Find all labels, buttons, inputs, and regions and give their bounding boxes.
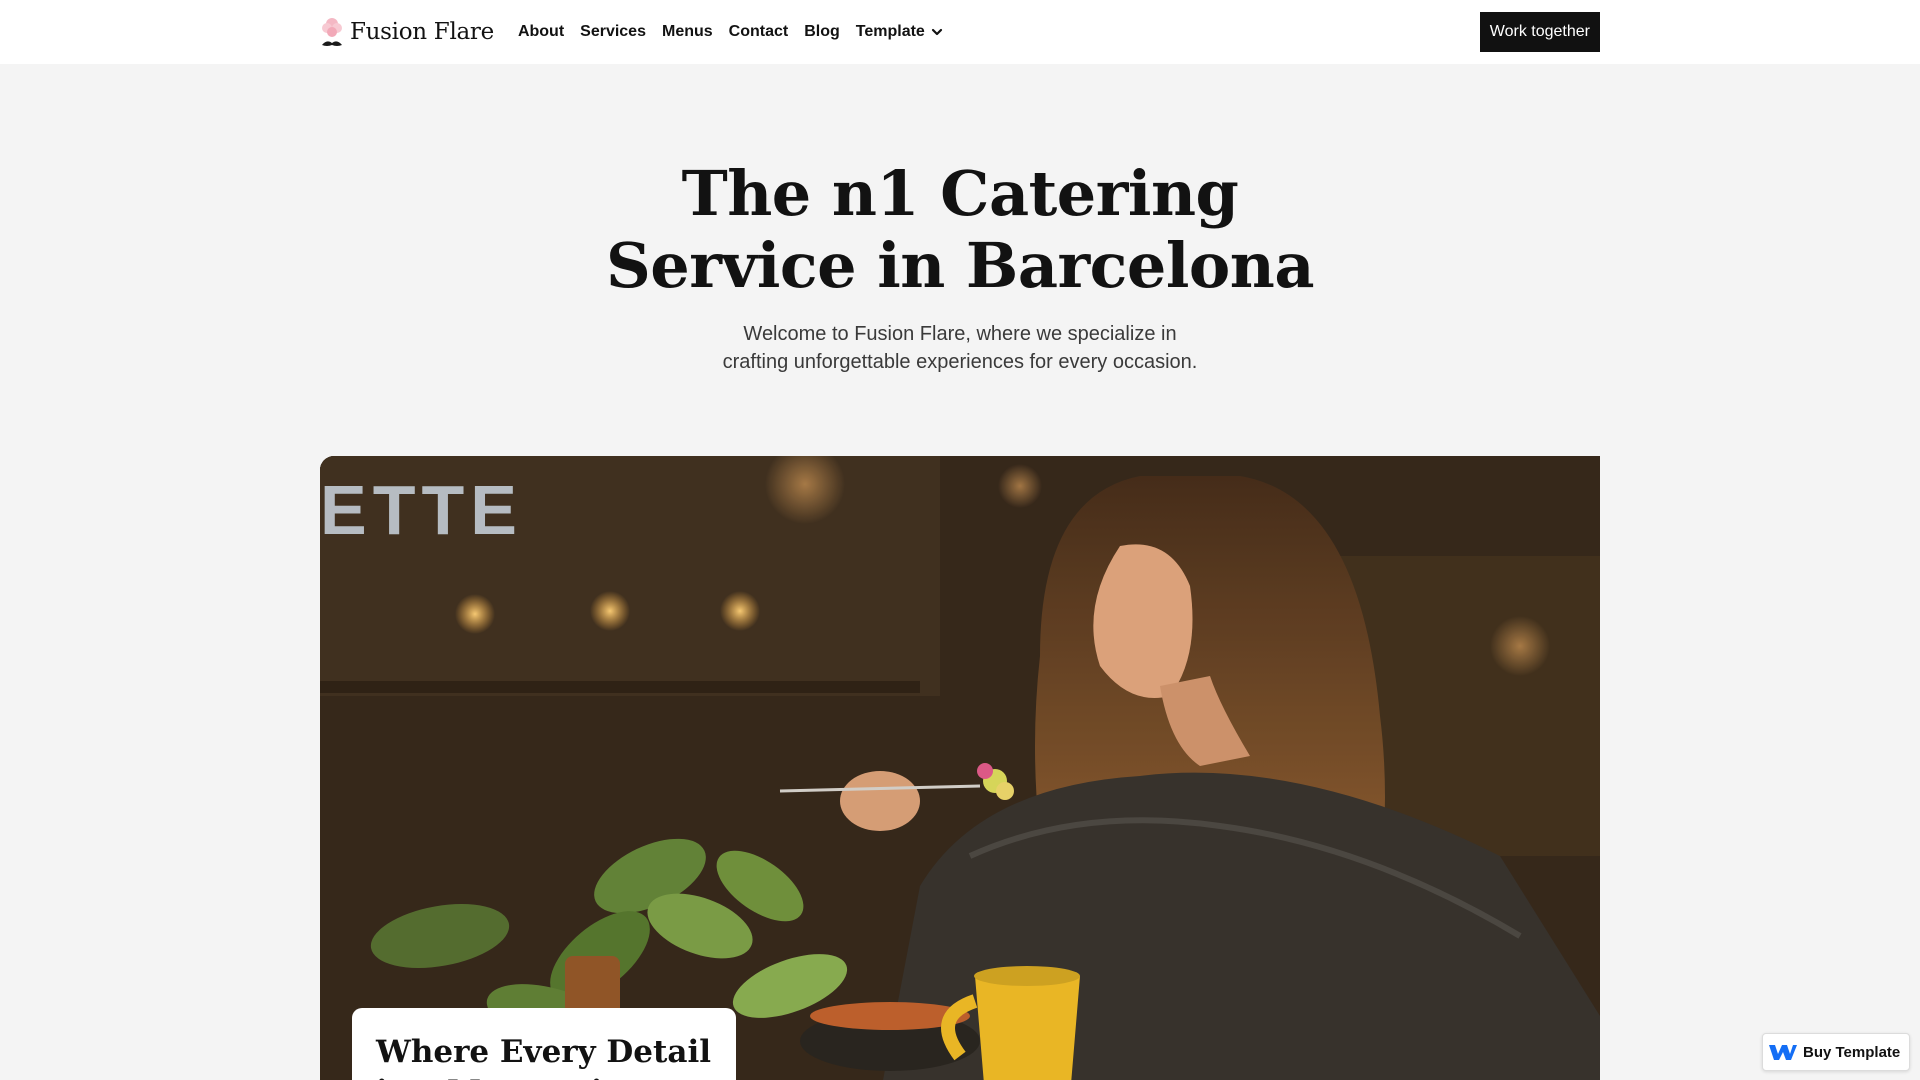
navbar: Fusion Flare About Services Menus Contac… <box>0 0 1920 64</box>
chevron-down-icon <box>931 28 942 36</box>
nav-link-menus[interactable]: Menus <box>662 23 713 41</box>
hero-subtitle: Welcome to Fusion Flare, where we specia… <box>660 320 1260 376</box>
hero-subtitle-line-2: crafting unforgettable experiences for e… <box>722 351 1198 373</box>
brand-link[interactable]: Fusion Flare <box>320 15 494 49</box>
page-title: The n1 Catering Service in Barcelona <box>560 158 1360 302</box>
flower-icon <box>322 18 342 46</box>
feature-card-title: Where Every Detail is a Masterpiece <box>376 1034 711 1080</box>
nav-link-blog[interactable]: Blog <box>804 23 840 41</box>
hero-image: ETTE <box>320 456 1600 1080</box>
feature-card: Where Every Detail is a Masterpiece <box>352 1008 736 1080</box>
nav-link-contact[interactable]: Contact <box>729 23 789 41</box>
nav-links: About Services Menus Contact Blog Templa… <box>518 23 943 41</box>
page-title-line-2: Service in Barcelona <box>605 229 1315 302</box>
work-together-button[interactable]: Work together <box>1479 12 1600 52</box>
template-dropdown-label: Template <box>855 23 925 40</box>
hero-subtitle-line-1: Welcome to Fusion Flare, where we specia… <box>743 323 1177 345</box>
webflow-icon <box>1769 1045 1797 1060</box>
hero-photo-illustration: ETTE <box>320 456 1600 1080</box>
buy-template-label: Buy Template <box>1803 1043 1901 1061</box>
nav-link-services[interactable]: Services <box>580 23 646 41</box>
brand-name: Fusion Flare <box>350 19 494 45</box>
page-title-line-1: The n1 Catering <box>681 157 1239 230</box>
template-dropdown[interactable]: Template <box>856 23 943 41</box>
buy-template-badge[interactable]: Buy Template <box>1762 1033 1910 1071</box>
nav-link-about[interactable]: About <box>518 23 564 41</box>
navbar-inner: Fusion Flare About Services Menus Contac… <box>320 0 1600 64</box>
